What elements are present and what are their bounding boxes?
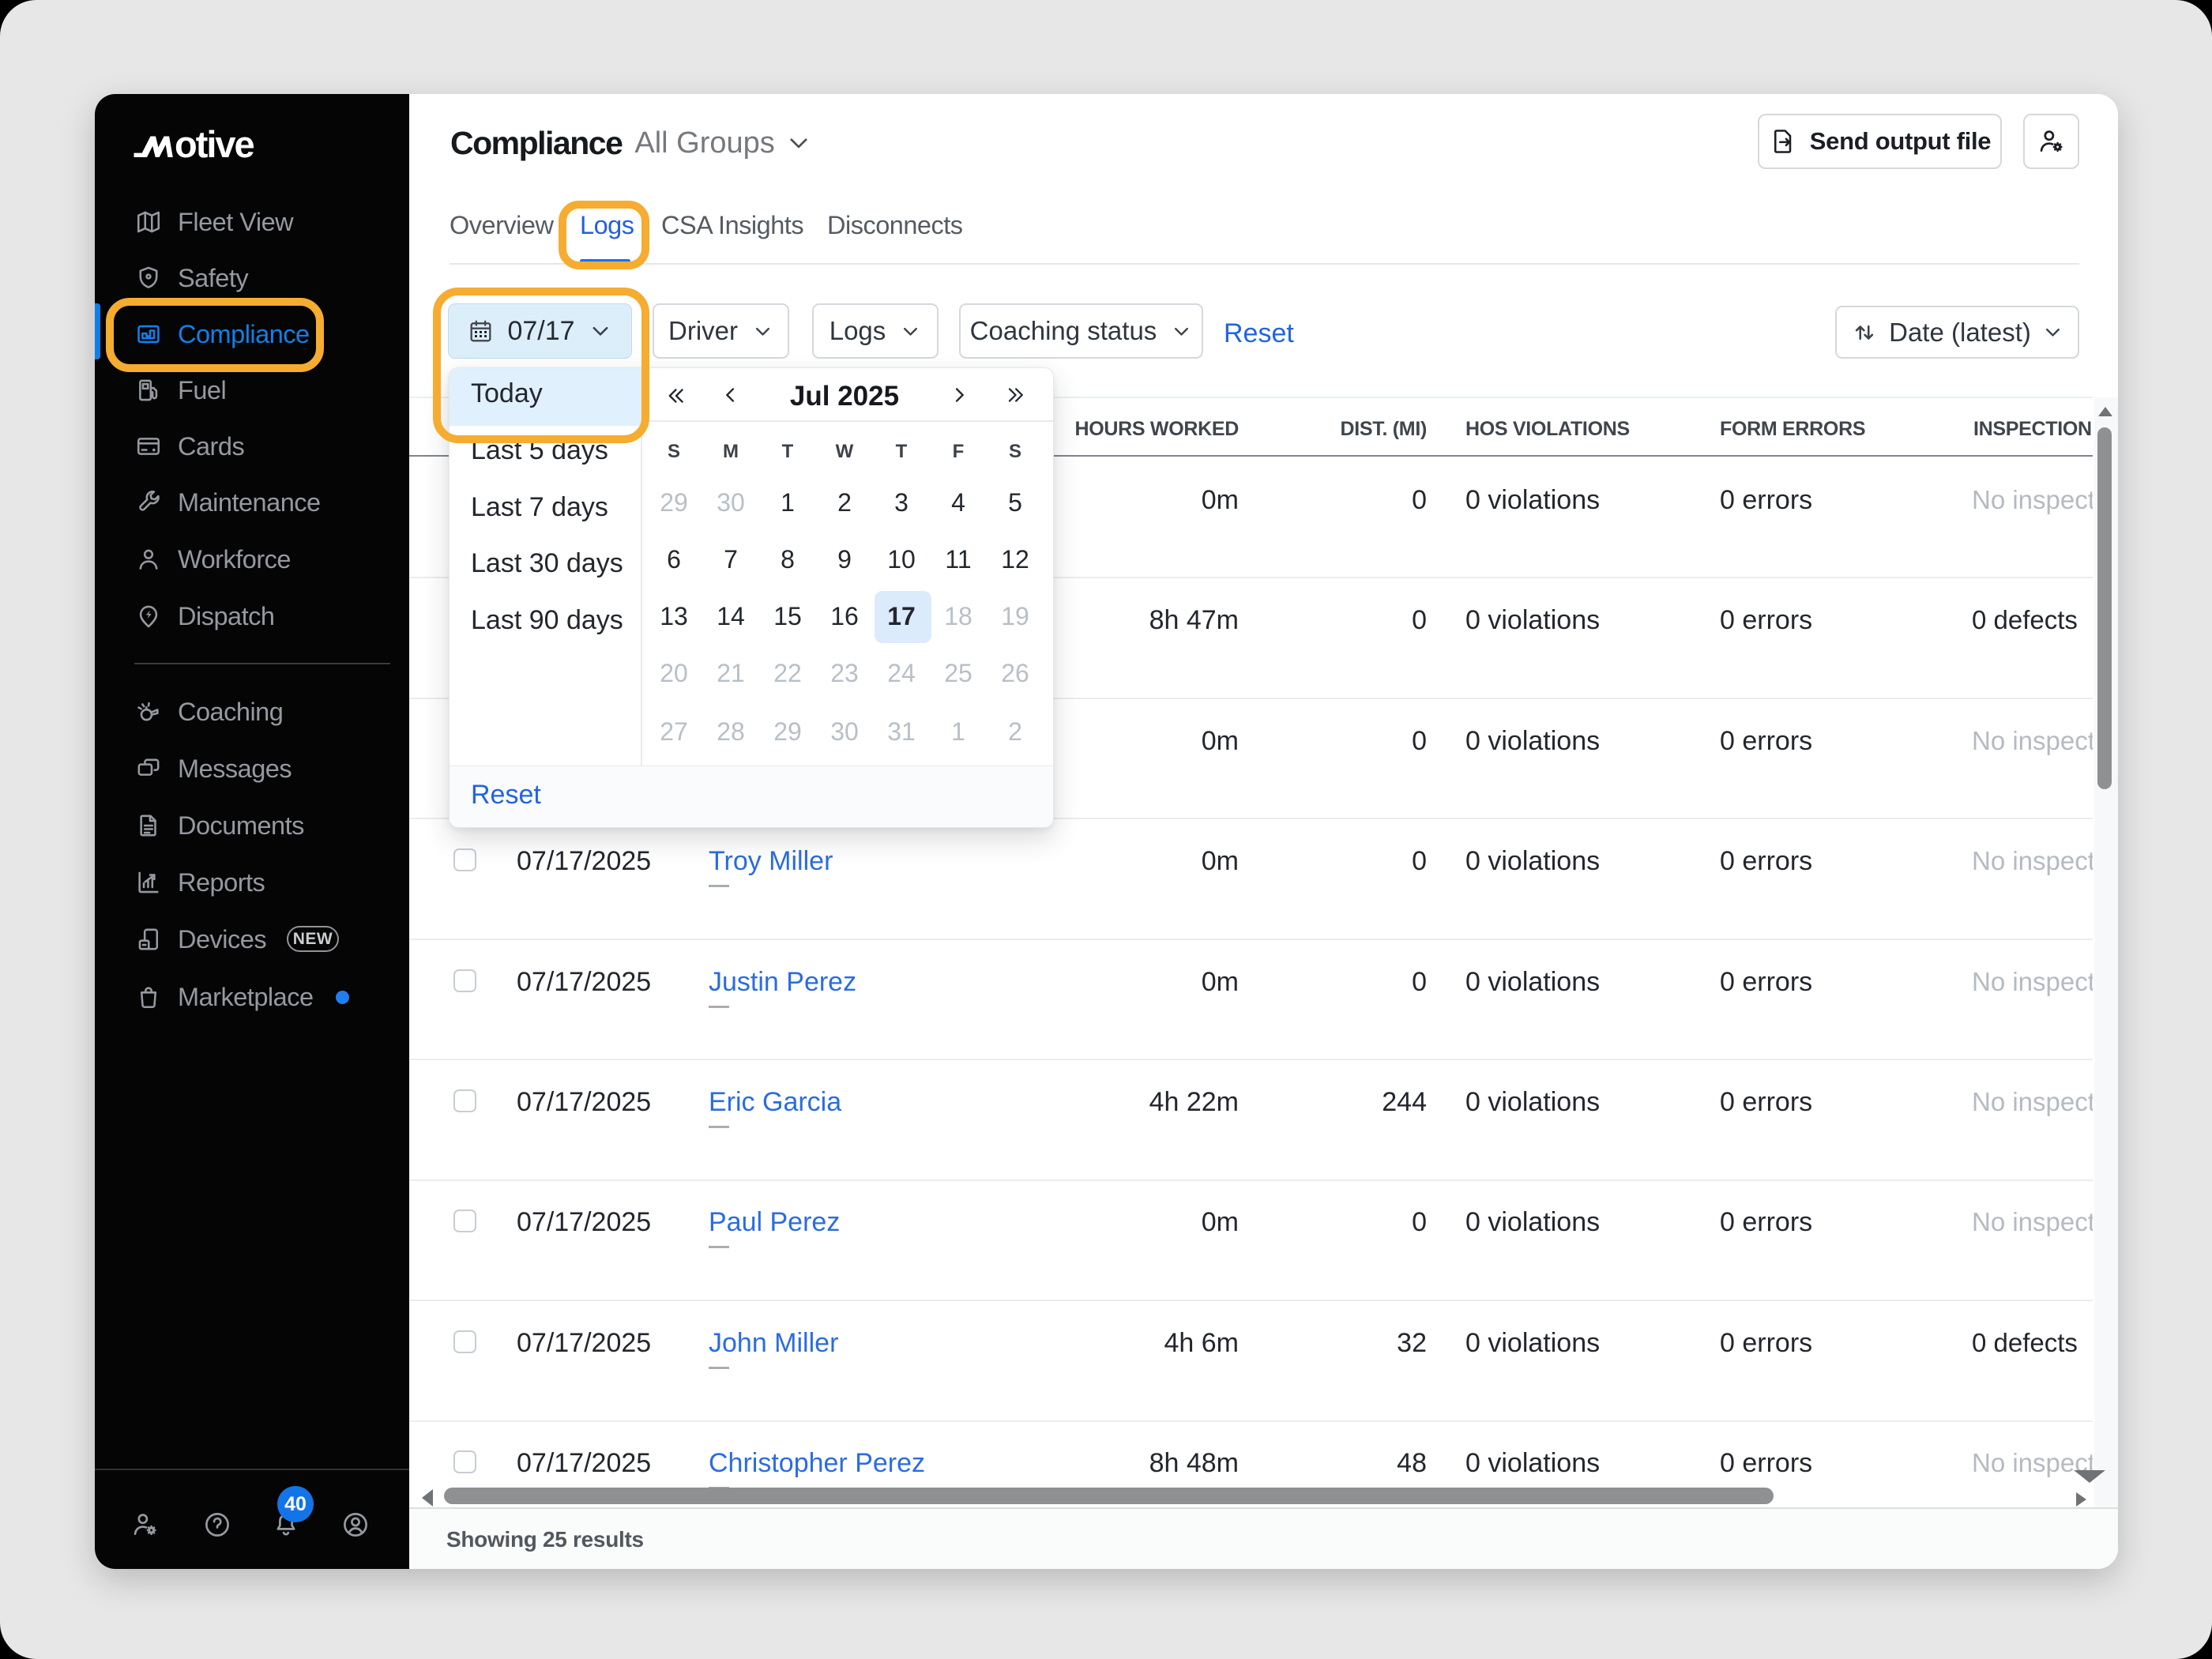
svg-text:otive: otive [175,123,254,162]
